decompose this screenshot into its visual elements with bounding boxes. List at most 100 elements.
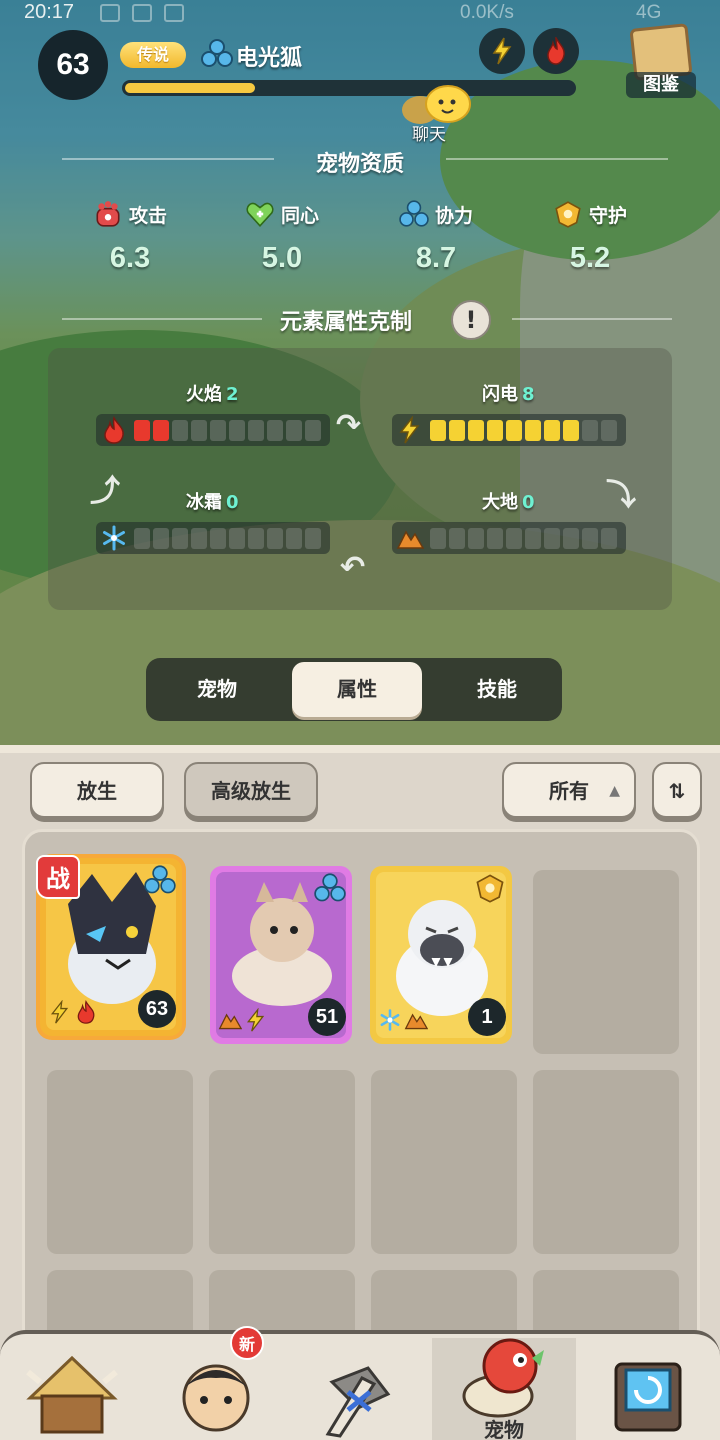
- element-segment-filled: [430, 420, 446, 441]
- notification-icon: [100, 4, 120, 22]
- filter-value: 所有: [549, 779, 589, 803]
- notification-icon: [164, 4, 184, 22]
- tab-pets[interactable]: 宠物: [152, 662, 282, 717]
- earth-icon: [218, 1013, 242, 1030]
- element-segment-empty: [153, 528, 169, 549]
- pet-name: 电光狐: [236, 46, 303, 71]
- pet-element-icons: [378, 1008, 428, 1032]
- element-segment-empty: [267, 528, 283, 549]
- empty-pet-slot[interactable]: [209, 1070, 355, 1254]
- straw-hut-icon: [26, 1355, 118, 1434]
- fire-element-button[interactable]: [533, 28, 579, 74]
- aptitude-stat-value: 6.3: [109, 242, 151, 274]
- chat-button[interactable]: 聊天: [398, 84, 478, 145]
- element-segment-empty: [487, 528, 503, 549]
- element-segment-empty: [305, 420, 321, 441]
- codex-label: 图鉴: [626, 72, 696, 98]
- fire-icon: [547, 37, 565, 65]
- element-level-bar: [96, 522, 330, 554]
- aptitude-stat-value: 5.2: [569, 242, 611, 274]
- element-segment-filled: [487, 420, 503, 441]
- element-segment-empty: [601, 528, 617, 549]
- element-segment-empty: [229, 528, 245, 549]
- bottom-nav: 宠物: [0, 1330, 720, 1440]
- earth-icon: [404, 1013, 428, 1030]
- element-segment-empty: [525, 528, 541, 549]
- element-segment-empty: [248, 528, 264, 549]
- element-label: 冰霜 0: [186, 488, 239, 514]
- element-name: 闪电: [482, 384, 518, 405]
- nav-label-pets: 宠物: [484, 1418, 524, 1440]
- filter-dropdown[interactable]: 所有 ▲: [502, 762, 636, 818]
- aptitude-stat-label: 守护: [588, 204, 627, 227]
- element-bar-icon-holder: [396, 524, 425, 552]
- element-segment-filled: [506, 420, 522, 441]
- element-counter-title: 元素属性克制: [0, 304, 706, 336]
- status-bar: 20:17 0.0K/s 4G: [0, 0, 720, 28]
- pet-level-badge: 1: [468, 998, 506, 1036]
- aptitude-stat: 同心 5.0: [212, 198, 352, 288]
- element-segment-filled: [134, 420, 150, 441]
- aptitude-stat-label-row: 守护: [520, 198, 660, 230]
- element-segment-filled: [544, 420, 560, 441]
- empty-pet-slot[interactable]: [47, 1070, 193, 1254]
- element-level: 0: [522, 492, 535, 513]
- element-segment-empty: [248, 420, 264, 441]
- element-segment-empty: [134, 528, 150, 549]
- advanced-release-button[interactable]: 高级放生: [184, 762, 318, 818]
- empty-pet-slot[interactable]: [533, 870, 679, 1054]
- pet-type-badge: [314, 872, 346, 908]
- nav-item-home[interactable]: [0, 1338, 144, 1440]
- new-badge: 新: [230, 1326, 264, 1360]
- element-segment-empty: [430, 528, 446, 549]
- aptitude-stat-label: 攻击: [128, 204, 167, 227]
- notification-icon: [132, 4, 152, 22]
- sort-icon: ⇅: [668, 779, 686, 803]
- status-time: 20:17: [24, 1, 75, 23]
- release-button[interactable]: 放生: [30, 762, 164, 818]
- element-segment-empty: [286, 528, 302, 549]
- nav-item-pets[interactable]: 宠物: [432, 1338, 576, 1440]
- element-segment-filled: [563, 420, 579, 441]
- element-segment-filled: [525, 420, 541, 441]
- element-counter-title-text: 元素属性克制: [279, 310, 412, 335]
- aptitude-stat: 协力 8.7: [366, 198, 506, 288]
- nav-item-portal[interactable]: [576, 1338, 720, 1440]
- tab-attributes[interactable]: 属性: [292, 662, 422, 717]
- element-segment-filled: [153, 420, 169, 441]
- sort-button[interactable]: ⇅: [652, 762, 702, 818]
- xp-bar-fill: [125, 83, 255, 93]
- element-segment-empty: [544, 528, 560, 549]
- in-battle-badge: 战: [36, 855, 80, 899]
- empty-pet-slot[interactable]: [371, 1070, 517, 1254]
- codex-button[interactable]: 图鉴: [626, 23, 696, 98]
- aptitude-stat-label-row: 同心: [212, 198, 352, 230]
- lightning-element-button[interactable]: [479, 28, 525, 74]
- pet-card[interactable]: 1: [370, 866, 512, 1044]
- element-bar-icon-holder: [100, 416, 128, 444]
- stone-tool-icon: [325, 1366, 391, 1438]
- nav-item-character[interactable]: [144, 1338, 288, 1440]
- empty-pet-slot[interactable]: [533, 1070, 679, 1254]
- exclamation-icon: !: [465, 306, 477, 334]
- pet-dino-icon: [462, 1338, 544, 1418]
- pet-element-icons: [218, 1008, 268, 1032]
- element-level-bar: [392, 414, 626, 446]
- element-name: 大地: [482, 492, 518, 513]
- xp-bar: [122, 80, 576, 96]
- nav-item-craft[interactable]: [288, 1338, 432, 1440]
- aptitude-stat-label-row: 协力: [366, 198, 506, 230]
- element-segment-empty: [305, 528, 321, 549]
- element-segment-empty: [229, 420, 245, 441]
- portal-icon: [614, 1362, 682, 1432]
- cycle-arrow-icon: ↶: [340, 550, 366, 585]
- tab-skills[interactable]: 技能: [432, 662, 562, 717]
- snowflake-icon: [103, 525, 125, 551]
- pet-card[interactable]: 51: [210, 866, 352, 1044]
- snowflake-icon: [380, 1009, 400, 1031]
- element-segment-empty: [582, 420, 598, 441]
- element-segment-empty: [286, 420, 302, 441]
- element-label: 大地 0: [482, 488, 535, 514]
- element-segment-empty: [191, 528, 207, 549]
- info-button[interactable]: !: [451, 300, 491, 340]
